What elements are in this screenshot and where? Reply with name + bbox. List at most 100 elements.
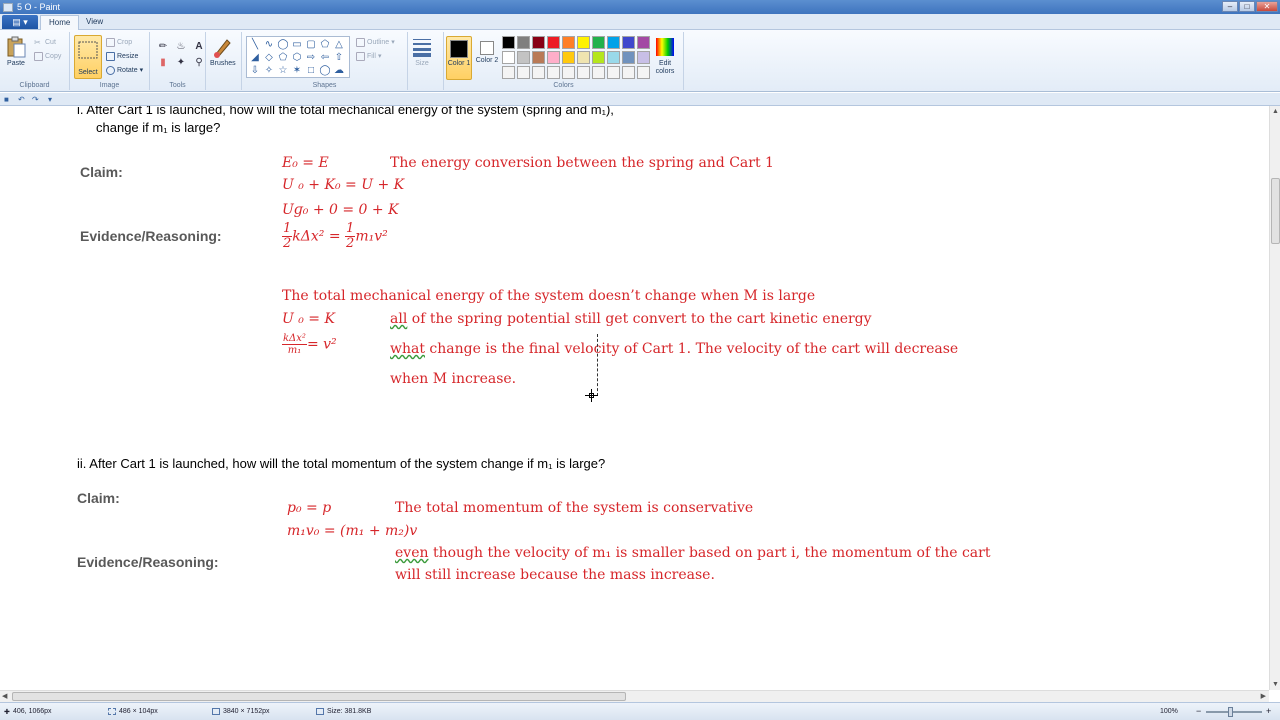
q2-eq-momentum-initial: p₀ = p (287, 500, 332, 516)
text-icon[interactable]: A (192, 40, 206, 54)
save-icon[interactable]: ■ (4, 95, 13, 104)
palette-swatch[interactable] (517, 51, 530, 64)
palette-swatch[interactable] (592, 36, 605, 49)
fill-dropdown[interactable]: Fill ▾ (356, 50, 381, 62)
palette-swatch[interactable] (607, 66, 620, 79)
zoom-out-button[interactable]: − (1196, 706, 1201, 716)
palette-swatch[interactable] (622, 66, 635, 79)
vertical-scrollbar[interactable]: ▲ ▼ (1269, 106, 1280, 690)
fill-bucket-icon[interactable]: ♨ (174, 40, 188, 54)
line-shape-icon[interactable]: ╲ (248, 38, 262, 51)
palette-swatch[interactable] (502, 36, 515, 49)
rounded-rectangle-shape-icon[interactable]: ▢ (304, 38, 318, 51)
vertical-scroll-thumb[interactable] (1271, 178, 1280, 244)
palette-swatch[interactable] (622, 51, 635, 64)
paint-menu-button[interactable]: ▤ ▾ (2, 15, 38, 29)
pencil-icon[interactable]: ✏ (156, 40, 170, 54)
horizontal-scroll-thumb[interactable] (12, 692, 626, 701)
brush-icon (213, 39, 231, 58)
oval-callout-shape-icon[interactable]: ◯ (318, 64, 332, 77)
palette-swatch[interactable] (622, 36, 635, 49)
scroll-down-arrow-icon[interactable]: ▼ (1272, 681, 1279, 688)
select-button[interactable]: Select (74, 35, 102, 79)
palette-swatch[interactable] (607, 36, 620, 49)
palette-swatch[interactable] (532, 36, 545, 49)
palette-swatch[interactable] (517, 36, 530, 49)
color-picker-icon[interactable]: ✦ (174, 56, 188, 70)
palette-swatch[interactable] (562, 51, 575, 64)
palette-swatch[interactable] (532, 66, 545, 79)
six-point-star-shape-icon[interactable]: ✶ (290, 64, 304, 77)
resize-button[interactable]: Resize (106, 50, 138, 62)
triangle-shape-icon[interactable]: △ (332, 38, 346, 51)
palette-swatch[interactable] (592, 51, 605, 64)
palette-swatch[interactable] (502, 66, 515, 79)
drawing-canvas[interactable]: i. After Cart 1 is launched, how will th… (0, 106, 1269, 690)
palette-swatch[interactable] (637, 36, 650, 49)
crop-button[interactable]: Crop (106, 36, 132, 48)
rounded-callout-shape-icon[interactable]: □ (304, 64, 318, 77)
magnifier-icon[interactable]: ⚲ (192, 56, 206, 70)
copy-button[interactable]: Copy (34, 50, 61, 62)
pentagon-shape-icon[interactable]: ⬠ (276, 51, 290, 64)
curve-shape-icon[interactable]: ∿ (262, 38, 276, 51)
diamond-shape-icon[interactable]: ◇ (262, 51, 276, 64)
tab-view[interactable]: View (78, 15, 111, 30)
palette-swatch[interactable] (562, 66, 575, 79)
zoom-in-button[interactable]: + (1266, 706, 1271, 716)
palette-swatch[interactable] (517, 66, 530, 79)
palette-swatch[interactable] (637, 51, 650, 64)
color1-button[interactable]: Color 1 (446, 36, 472, 80)
maximize-button[interactable]: □ (1239, 1, 1255, 12)
palette-swatch[interactable] (577, 66, 590, 79)
palette-swatch[interactable] (532, 51, 545, 64)
outline-dropdown[interactable]: Outline ▾ (356, 36, 395, 48)
scroll-right-arrow-icon[interactable]: ▶ (1261, 692, 1266, 700)
four-point-star-shape-icon[interactable]: ✧ (262, 64, 276, 77)
up-arrow-shape-icon[interactable]: ⇧ (332, 51, 346, 64)
minimize-button[interactable]: – (1222, 1, 1238, 12)
undo-icon[interactable]: ↶ (18, 95, 27, 104)
brushes-button[interactable]: Brushes (210, 36, 236, 67)
rotate-button[interactable]: Rotate ▾ (106, 64, 143, 76)
paste-button[interactable]: Paste (6, 36, 26, 67)
redo-icon[interactable]: ↷ (32, 95, 41, 104)
scroll-up-arrow-icon[interactable]: ▲ (1272, 108, 1279, 115)
right-triangle-shape-icon[interactable]: ◢ (248, 51, 262, 64)
palette-swatch[interactable] (562, 36, 575, 49)
customize-toolbar-chevron-icon[interactable]: ▾ (48, 95, 57, 104)
q2-eq-momentum-sum: m₁v₀ = (m₁ + m₂)v (287, 523, 418, 539)
q2-note-velocity-smaller-first-word: even (395, 545, 429, 561)
rectangle-shape-icon[interactable]: ▭ (290, 38, 304, 51)
palette-swatch[interactable] (607, 51, 620, 64)
close-button[interactable]: ✕ (1256, 1, 1278, 12)
five-point-star-shape-icon[interactable]: ☆ (276, 64, 290, 77)
size-button[interactable]: Size (412, 36, 432, 67)
eraser-icon[interactable]: ▮ (156, 56, 170, 70)
oval-shape-icon[interactable]: ◯ (276, 38, 290, 51)
color2-button[interactable]: Color 2 (474, 36, 500, 80)
polygon-shape-icon[interactable]: ⬠ (318, 38, 332, 51)
zoom-slider-knob[interactable] (1228, 707, 1233, 717)
palette-swatch[interactable] (547, 36, 560, 49)
palette-swatch[interactable] (577, 36, 590, 49)
horizontal-scrollbar[interactable]: ◀ ▶ (0, 690, 1269, 702)
hexagon-shape-icon[interactable]: ⬡ (290, 51, 304, 64)
cloud-callout-shape-icon[interactable]: ☁ (332, 64, 346, 77)
right-arrow-shape-icon[interactable]: ⇨ (304, 51, 318, 64)
palette-swatch[interactable] (577, 51, 590, 64)
down-arrow-shape-icon[interactable]: ⇩ (248, 64, 262, 77)
palette-swatch[interactable] (502, 51, 515, 64)
cut-button[interactable]: ✂ Cut (34, 36, 56, 48)
tab-home[interactable]: Home (40, 15, 80, 30)
status-selection-text: 486 × 104px (119, 708, 158, 715)
zoom-slider-track[interactable] (1206, 711, 1262, 713)
left-arrow-shape-icon[interactable]: ⇦ (318, 51, 332, 64)
palette-swatch[interactable] (547, 66, 560, 79)
q1-prompt-line2: change if m₁ is large? (96, 120, 221, 135)
scroll-left-arrow-icon[interactable]: ◀ (2, 692, 7, 700)
palette-swatch[interactable] (547, 51, 560, 64)
edit-colors-button[interactable]: Edit colors (650, 36, 680, 76)
palette-swatch[interactable] (592, 66, 605, 79)
palette-swatch[interactable] (637, 66, 650, 79)
